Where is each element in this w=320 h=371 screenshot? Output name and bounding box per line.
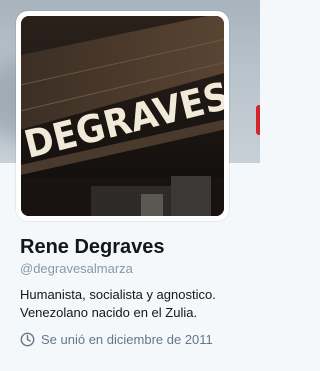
profile-bio: Humanista, socialista y agnostico. Venez…	[20, 286, 250, 322]
banner-red-shape	[256, 105, 260, 135]
join-date-text: Se unió en diciembre de 2011	[41, 332, 213, 347]
profile-name[interactable]: Rene Degraves	[20, 236, 165, 259]
bio-line-1: Humanista, socialista y agnostico.	[20, 287, 216, 302]
bio-line-2: Venezolano nacido en el Zulia.	[20, 305, 198, 320]
degraves-sign-photo: DEGRAVES	[21, 16, 224, 216]
profile-handle[interactable]: @degravesalmarza	[20, 261, 133, 276]
join-date: Se unió en diciembre de 2011	[20, 332, 213, 347]
avatar-image: DEGRAVES	[21, 16, 224, 216]
clock-icon	[20, 332, 35, 347]
profile-avatar[interactable]: DEGRAVES	[16, 11, 229, 221]
